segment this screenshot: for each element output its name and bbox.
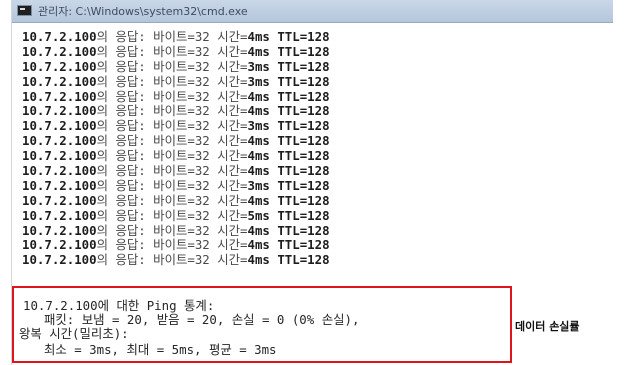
reply-ttl: TTL=128: [277, 29, 330, 44]
reply-ttl: TTL=128: [277, 163, 330, 179]
reply-text: 의 응답: 바이트=32 시간=: [96, 177, 248, 193]
ping-statistics-highlight: 10.7.2.100에 대한 Ping 통계: 패킷: 보냄 = 20, 받음 …: [12, 286, 512, 363]
ping-reply-line: 10.7.2.100의 응답: 바이트=32 시간=4ms TTL=128: [22, 223, 330, 238]
reply-ip: 10.7.2.100: [22, 58, 97, 74]
reply-time: 4ms: [247, 43, 270, 59]
reply-ip: 10.7.2.100: [22, 73, 97, 89]
reply-ttl: TTL=128: [277, 73, 330, 89]
data-loss-callout: 데이터 손실률: [515, 320, 580, 333]
reply-ip: 10.7.2.100: [22, 118, 97, 134]
reply-ttl: TTL=128: [277, 237, 330, 253]
reply-ttl: TTL=128: [277, 118, 330, 134]
reply-ip: 10.7.2.100: [22, 103, 97, 119]
reply-ttl: TTL=128: [277, 58, 330, 74]
reply-ip: 10.7.2.100: [22, 88, 97, 104]
reply-time: 4ms: [247, 252, 270, 268]
reply-time: 4ms: [247, 29, 270, 44]
reply-ttl: TTL=128: [277, 177, 330, 193]
ping-reply-line: 10.7.2.100의 응답: 바이트=32 시간=4ms TTL=128: [22, 252, 330, 267]
reply-ip: 10.7.2.100: [22, 29, 97, 44]
reply-time: 4ms: [247, 237, 270, 253]
reply-text: 의 응답: 바이트=32 시간=: [96, 133, 248, 149]
reply-text: 의 응답: 바이트=32 시간=: [96, 103, 248, 119]
ping-reply-line: 10.7.2.100의 응답: 바이트=32 시간=4ms TTL=128: [22, 193, 330, 208]
reply-text: 의 응답: 바이트=32 시간=: [96, 192, 248, 208]
reply-ttl: TTL=128: [277, 207, 330, 223]
reply-time: 4ms: [247, 222, 270, 238]
reply-time: 3ms: [247, 58, 270, 74]
reply-text: 의 응답: 바이트=32 시간=: [96, 252, 248, 268]
cmd-window: 관리자: C:\Windows\system32\cmd.exe 10.7.2.…: [11, 0, 613, 365]
ping-reply-line: 10.7.2.100의 응답: 바이트=32 시간=3ms TTL=128: [22, 59, 330, 74]
ping-reply-line: 10.7.2.100의 응답: 바이트=32 시간=4ms TTL=128: [22, 44, 330, 59]
reply-ip: 10.7.2.100: [22, 222, 97, 238]
reply-time: 4ms: [247, 163, 270, 179]
reply-ip: 10.7.2.100: [22, 237, 97, 253]
reply-text: 의 응답: 바이트=32 시간=: [96, 29, 248, 44]
reply-text: 의 응답: 바이트=32 시간=: [96, 43, 248, 59]
reply-text: 의 응답: 바이트=32 시간=: [96, 73, 248, 89]
ping-reply-line: 10.7.2.100의 응답: 바이트=32 시간=4ms TTL=128: [22, 103, 330, 118]
reply-ip: 10.7.2.100: [22, 133, 97, 149]
reply-text: 의 응답: 바이트=32 시간=: [96, 163, 248, 179]
reply-ttl: TTL=128: [277, 148, 330, 164]
ping-reply-line: 10.7.2.100의 응답: 바이트=32 시간=3ms TTL=128: [22, 118, 330, 133]
reply-time: 5ms: [247, 207, 270, 223]
reply-time: 4ms: [247, 103, 270, 119]
reply-ip: 10.7.2.100: [22, 148, 97, 164]
ping-reply-line: 10.7.2.100의 응답: 바이트=32 시간=3ms TTL=128: [22, 74, 330, 89]
reply-text: 의 응답: 바이트=32 시간=: [96, 118, 248, 134]
ping-reply-line: 10.7.2.100의 응답: 바이트=32 시간=4ms TTL=128: [22, 163, 330, 178]
reply-ip: 10.7.2.100: [22, 163, 97, 179]
cmd-icon: [17, 5, 32, 16]
reply-ip: 10.7.2.100: [22, 252, 97, 268]
reply-ttl: TTL=128: [277, 192, 330, 208]
ping-reply-line: 10.7.2.100의 응답: 바이트=32 시간=4ms TTL=128: [22, 89, 330, 104]
reply-ip: 10.7.2.100: [22, 43, 97, 59]
reply-text: 의 응답: 바이트=32 시간=: [96, 207, 248, 223]
title-bar[interactable]: 관리자: C:\Windows\system32\cmd.exe: [12, 0, 613, 23]
reply-time: 4ms: [247, 148, 270, 164]
window-title: 관리자: C:\Windows\system32\cmd.exe: [38, 5, 248, 18]
ping-reply-line: 10.7.2.100의 응답: 바이트=32 시간=4ms TTL=128: [22, 237, 330, 252]
ping-reply-line: 10.7.2.100의 응답: 바이트=32 시간=5ms TTL=128: [22, 208, 330, 223]
reply-ttl: TTL=128: [277, 252, 330, 268]
reply-ttl: TTL=128: [277, 103, 330, 119]
reply-text: 의 응답: 바이트=32 시간=: [96, 88, 248, 104]
ping-reply-line: 10.7.2.100의 응답: 바이트=32 시간=4ms TTL=128: [22, 29, 330, 44]
ping-reply-line: 10.7.2.100의 응답: 바이트=32 시간=4ms TTL=128: [22, 148, 330, 163]
reply-time: 4ms: [247, 133, 270, 149]
reply-ip: 10.7.2.100: [22, 207, 97, 223]
reply-time: 3ms: [247, 73, 270, 89]
reply-ttl: TTL=128: [277, 222, 330, 238]
ping-reply-line: 10.7.2.100의 응답: 바이트=32 시간=3ms TTL=128: [22, 178, 330, 193]
reply-ip: 10.7.2.100: [22, 192, 97, 208]
reply-ttl: TTL=128: [277, 43, 330, 59]
reply-ttl: TTL=128: [277, 88, 330, 104]
reply-time: 4ms: [247, 88, 270, 104]
reply-text: 의 응답: 바이트=32 시간=: [96, 222, 248, 238]
reply-time: 3ms: [247, 118, 270, 134]
console-output: 10.7.2.100의 응답: 바이트=32 시간=4ms TTL=128 10.…: [22, 29, 330, 267]
stats-rtt-values: 최소 = 3ms, 최대 = 5ms, 평균 = 3ms: [44, 342, 277, 357]
reply-time: 4ms: [247, 192, 270, 208]
reply-time: 3ms: [247, 177, 270, 193]
reply-ttl: TTL=128: [277, 133, 330, 149]
ping-reply-line: 10.7.2.100의 응답: 바이트=32 시간=4ms TTL=128: [22, 133, 330, 148]
reply-text: 의 응답: 바이트=32 시간=: [96, 148, 248, 164]
reply-text: 의 응답: 바이트=32 시간=: [96, 58, 248, 74]
reply-ip: 10.7.2.100: [22, 177, 97, 193]
reply-text: 의 응답: 바이트=32 시간=: [96, 237, 248, 253]
